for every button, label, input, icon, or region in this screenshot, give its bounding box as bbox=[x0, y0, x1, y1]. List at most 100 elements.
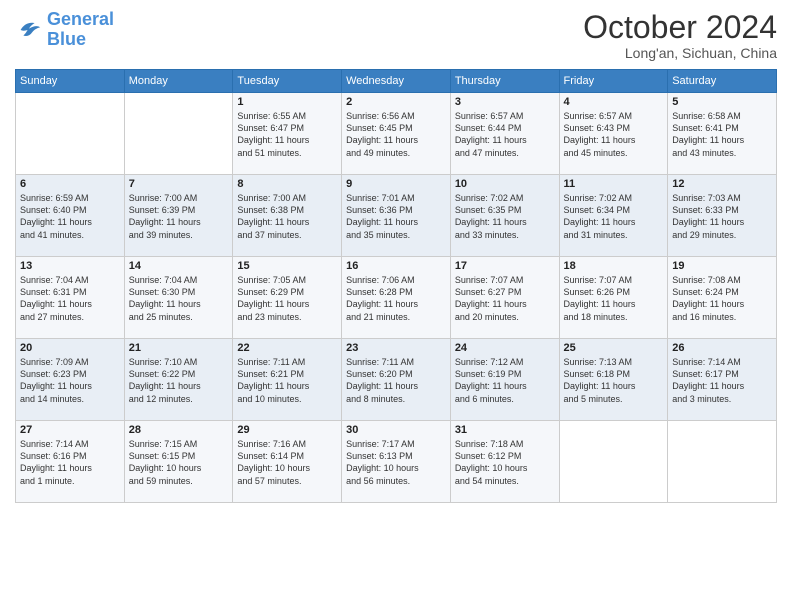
header-saturday: Saturday bbox=[668, 70, 777, 93]
calendar-cell bbox=[16, 93, 125, 175]
day-number: 14 bbox=[129, 260, 229, 272]
day-number: 15 bbox=[237, 260, 337, 272]
header-tuesday: Tuesday bbox=[233, 70, 342, 93]
day-number: 11 bbox=[564, 178, 664, 190]
day-detail: Sunrise: 7:00 AM Sunset: 6:39 PM Dayligh… bbox=[129, 192, 229, 241]
calendar-cell: 15Sunrise: 7:05 AM Sunset: 6:29 PM Dayli… bbox=[233, 257, 342, 339]
calendar-cell: 21 Sunrise: 7:10 AM Sunset: 6:22 PM Dayli… bbox=[124, 339, 233, 421]
day-number: 20 bbox=[20, 342, 120, 354]
calendar-cell: 23Sunrise: 7:11 AM Sunset: 6:20 PM Dayli… bbox=[342, 339, 451, 421]
calendar-cell bbox=[124, 93, 233, 175]
header-thursday: Thursday bbox=[450, 70, 559, 93]
day-number: 30 bbox=[346, 424, 446, 436]
calendar-cell: 10 Sunrise: 7:02 AM Sunset: 6:35 PM Dayli… bbox=[450, 175, 559, 257]
calendar-cell: 27 Sunrise: 7:14 AM Sunset: 6:16 PM Dayli… bbox=[16, 421, 125, 503]
day-number: 31 bbox=[455, 424, 555, 436]
day-number: 23 bbox=[346, 342, 446, 354]
day-number: 27 bbox=[20, 424, 120, 436]
weekday-header-row: Sunday Monday Tuesday Wednesday Thursday… bbox=[16, 70, 777, 93]
day-number: 5 bbox=[672, 96, 772, 108]
logo-icon bbox=[15, 16, 43, 44]
calendar-week-3: 20 Sunrise: 7:09 AM Sunset: 6:23 PM Dayli… bbox=[16, 339, 777, 421]
day-detail: Sunrise: 7:07 AM Sunset: 6:27 PM Dayligh… bbox=[455, 274, 555, 323]
header-sunday: Sunday bbox=[16, 70, 125, 93]
day-number: 19 bbox=[672, 260, 772, 272]
day-detail: Sunrise: 7:06 AM Sunset: 6:28 PM Dayligh… bbox=[346, 274, 446, 323]
day-number: 12 bbox=[672, 178, 772, 190]
calendar-cell: 13 Sunrise: 7:04 AM Sunset: 6:31 PM Dayli… bbox=[16, 257, 125, 339]
calendar-cell: 11Sunrise: 7:02 AM Sunset: 6:34 PM Dayli… bbox=[559, 175, 668, 257]
header-wednesday: Wednesday bbox=[342, 70, 451, 93]
calendar-week-0: 1Sunrise: 6:55 AM Sunset: 6:47 PM Daylig… bbox=[16, 93, 777, 175]
calendar-cell: 18Sunrise: 7:07 AM Sunset: 6:26 PM Dayli… bbox=[559, 257, 668, 339]
calendar-cell: 16 Sunrise: 7:06 AM Sunset: 6:28 PM Dayli… bbox=[342, 257, 451, 339]
header-friday: Friday bbox=[559, 70, 668, 93]
calendar-cell: 17Sunrise: 7:07 AM Sunset: 6:27 PM Dayli… bbox=[450, 257, 559, 339]
day-detail: Sunrise: 7:11 AM Sunset: 6:21 PM Dayligh… bbox=[237, 356, 337, 405]
calendar-cell: 31Sunrise: 7:18 AM Sunset: 6:12 PM Dayli… bbox=[450, 421, 559, 503]
logo-text: General Blue bbox=[47, 10, 114, 50]
day-detail: Sunrise: 7:13 AM Sunset: 6:18 PM Dayligh… bbox=[564, 356, 664, 405]
location: Long'an, Sichuan, China bbox=[583, 45, 777, 61]
day-number: 13 bbox=[20, 260, 120, 272]
day-detail: Sunrise: 6:56 AM Sunset: 6:45 PM Dayligh… bbox=[346, 110, 446, 159]
day-number: 9 bbox=[346, 178, 446, 190]
day-number: 28 bbox=[129, 424, 229, 436]
day-number: 4 bbox=[564, 96, 664, 108]
day-detail: Sunrise: 7:10 AM Sunset: 6:22 PM Dayligh… bbox=[129, 356, 229, 405]
calendar-cell bbox=[559, 421, 668, 503]
day-detail: Sunrise: 7:04 AM Sunset: 6:31 PM Dayligh… bbox=[20, 274, 120, 323]
day-detail: Sunrise: 7:04 AM Sunset: 6:30 PM Dayligh… bbox=[129, 274, 229, 323]
day-number: 10 bbox=[455, 178, 555, 190]
calendar-cell: 1Sunrise: 6:55 AM Sunset: 6:47 PM Daylig… bbox=[233, 93, 342, 175]
day-detail: Sunrise: 7:15 AM Sunset: 6:15 PM Dayligh… bbox=[129, 438, 229, 487]
day-detail: Sunrise: 7:07 AM Sunset: 6:26 PM Dayligh… bbox=[564, 274, 664, 323]
day-detail: Sunrise: 7:12 AM Sunset: 6:19 PM Dayligh… bbox=[455, 356, 555, 405]
calendar-cell: 3 Sunrise: 6:57 AM Sunset: 6:44 PM Daylig… bbox=[450, 93, 559, 175]
calendar-cell: 7 Sunrise: 7:00 AM Sunset: 6:39 PM Daylig… bbox=[124, 175, 233, 257]
day-number: 16 bbox=[346, 260, 446, 272]
calendar-page: General Blue October 2024 Long'an, Sichu… bbox=[0, 0, 792, 612]
title-area: October 2024 Long'an, Sichuan, China bbox=[583, 10, 777, 61]
calendar-cell: 5Sunrise: 6:58 AM Sunset: 6:41 PM Daylig… bbox=[668, 93, 777, 175]
calendar-cell: 4 Sunrise: 6:57 AM Sunset: 6:43 PM Daylig… bbox=[559, 93, 668, 175]
day-detail: Sunrise: 7:09 AM Sunset: 6:23 PM Dayligh… bbox=[20, 356, 120, 405]
calendar-cell: 22 Sunrise: 7:11 AM Sunset: 6:21 PM Dayli… bbox=[233, 339, 342, 421]
day-number: 6 bbox=[20, 178, 120, 190]
calendar-week-4: 27 Sunrise: 7:14 AM Sunset: 6:16 PM Dayli… bbox=[16, 421, 777, 503]
day-detail: Sunrise: 6:55 AM Sunset: 6:47 PM Dayligh… bbox=[237, 110, 337, 159]
calendar-cell: 8Sunrise: 7:00 AM Sunset: 6:38 PM Daylig… bbox=[233, 175, 342, 257]
day-detail: Sunrise: 7:02 AM Sunset: 6:35 PM Dayligh… bbox=[455, 192, 555, 241]
day-detail: Sunrise: 6:57 AM Sunset: 6:44 PM Dayligh… bbox=[455, 110, 555, 159]
day-detail: Sunrise: 6:57 AM Sunset: 6:43 PM Dayligh… bbox=[564, 110, 664, 159]
calendar-table: Sunday Monday Tuesday Wednesday Thursday… bbox=[15, 69, 777, 503]
day-number: 7 bbox=[129, 178, 229, 190]
calendar-cell: 12Sunrise: 7:03 AM Sunset: 6:33 PM Dayli… bbox=[668, 175, 777, 257]
day-detail: Sunrise: 7:01 AM Sunset: 6:36 PM Dayligh… bbox=[346, 192, 446, 241]
calendar-cell: 26Sunrise: 7:14 AM Sunset: 6:17 PM Dayli… bbox=[668, 339, 777, 421]
day-number: 22 bbox=[237, 342, 337, 354]
calendar-cell bbox=[668, 421, 777, 503]
day-detail: Sunrise: 7:00 AM Sunset: 6:38 PM Dayligh… bbox=[237, 192, 337, 241]
calendar-cell: 28 Sunrise: 7:15 AM Sunset: 6:15 PM Dayli… bbox=[124, 421, 233, 503]
month-title: October 2024 bbox=[583, 10, 777, 45]
day-number: 25 bbox=[564, 342, 664, 354]
header-monday: Monday bbox=[124, 70, 233, 93]
day-number: 21 bbox=[129, 342, 229, 354]
calendar-cell: 24 Sunrise: 7:12 AM Sunset: 6:19 PM Dayli… bbox=[450, 339, 559, 421]
day-detail: Sunrise: 7:14 AM Sunset: 6:16 PM Dayligh… bbox=[20, 438, 120, 487]
calendar-cell: 25 Sunrise: 7:13 AM Sunset: 6:18 PM Dayli… bbox=[559, 339, 668, 421]
day-detail: Sunrise: 7:17 AM Sunset: 6:13 PM Dayligh… bbox=[346, 438, 446, 487]
day-number: 24 bbox=[455, 342, 555, 354]
day-number: 3 bbox=[455, 96, 555, 108]
calendar-cell: 14 Sunrise: 7:04 AM Sunset: 6:30 PM Dayli… bbox=[124, 257, 233, 339]
calendar-cell: 6 Sunrise: 6:59 AM Sunset: 6:40 PM Daylig… bbox=[16, 175, 125, 257]
calendar-cell: 19Sunrise: 7:08 AM Sunset: 6:24 PM Dayli… bbox=[668, 257, 777, 339]
calendar-cell: 20 Sunrise: 7:09 AM Sunset: 6:23 PM Dayli… bbox=[16, 339, 125, 421]
day-detail: Sunrise: 6:59 AM Sunset: 6:40 PM Dayligh… bbox=[20, 192, 120, 241]
logo: General Blue bbox=[15, 10, 114, 50]
calendar-cell: 29Sunrise: 7:16 AM Sunset: 6:14 PM Dayli… bbox=[233, 421, 342, 503]
calendar-cell: 30 Sunrise: 7:17 AM Sunset: 6:13 PM Dayli… bbox=[342, 421, 451, 503]
calendar-week-2: 13 Sunrise: 7:04 AM Sunset: 6:31 PM Dayli… bbox=[16, 257, 777, 339]
day-number: 26 bbox=[672, 342, 772, 354]
